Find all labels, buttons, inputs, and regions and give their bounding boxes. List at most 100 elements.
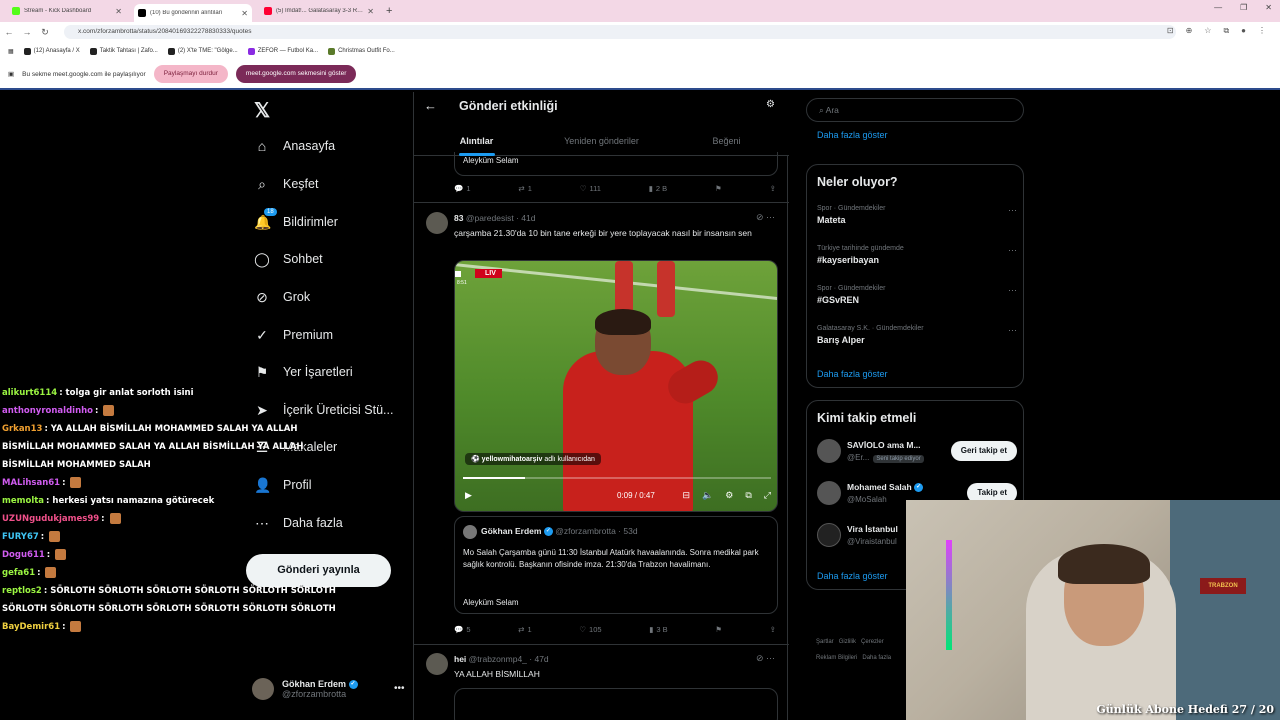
bookmark-button[interactable]: ⚑ xyxy=(715,625,722,634)
reply-button[interactable]: 💬 5 xyxy=(454,625,471,634)
video-attribution[interactable]: ⚽ yellowmihatoarşiv adlı kullanıcıdan xyxy=(465,453,601,465)
bookmark-item[interactable]: (12) Anasayfa / X xyxy=(23,47,80,55)
nav-home[interactable]: ⌂ Anasayfa xyxy=(254,131,335,161)
apps-icon[interactable]: ▦ xyxy=(8,48,14,55)
more-icon[interactable]: ••• xyxy=(394,683,405,694)
share-button[interactable]: ⇪ xyxy=(770,625,776,634)
avatar[interactable] xyxy=(426,653,448,675)
settings-icon[interactable]: ⚙ xyxy=(725,490,733,501)
nav-chat[interactable]: ◯ Sohbet xyxy=(254,244,322,274)
url-field[interactable]: x.com/zforzambrotta/status/2084016932227… xyxy=(64,25,1176,39)
nav-bookmarks[interactable]: ⚑ Yer İşaretleri xyxy=(254,357,353,387)
bookmark-item[interactable]: Taktik Tahtası | Zafo... xyxy=(89,47,158,55)
grok-icon[interactable]: ⊘ xyxy=(756,653,764,663)
chat-username[interactable]: gefa61 xyxy=(2,568,35,578)
nav-grok[interactable]: ⊘ Grok xyxy=(254,282,310,312)
like-button[interactable]: ♡ 111 xyxy=(580,184,601,193)
account-switcher[interactable]: Gökhan Erdem ✓ @zforzambrotta ••• xyxy=(252,678,405,700)
chat-username[interactable]: anthonyronaldinho xyxy=(2,406,93,416)
views-button[interactable]: ▮ 3 B xyxy=(649,625,667,634)
trend-item[interactable]: Türkiye tarihinde gündemde #kayseribayan… xyxy=(817,245,1017,265)
show-meet-tab-button[interactable]: meet.google.com sekmesini göster xyxy=(235,65,357,83)
restore-icon[interactable]: ❐ xyxy=(1240,3,1247,12)
chat-separator: : xyxy=(46,550,54,560)
nav-notifications[interactable]: 🔔 18 Bildirimler xyxy=(254,207,338,237)
quoted-tweet[interactable]: Gökhan Erdem ✓ @zforzambrotta · 53d Mo S… xyxy=(454,516,778,614)
follow-back-button[interactable]: Geri takip et xyxy=(950,441,1017,461)
search-input[interactable]: ⌕ Ara xyxy=(806,98,1024,122)
bookmark-button[interactable]: ⚑ xyxy=(715,184,722,193)
more-icon[interactable]: ⋯ xyxy=(1008,205,1017,216)
profile-icon[interactable]: ● xyxy=(1241,26,1246,36)
minimize-icon[interactable]: — xyxy=(1214,3,1222,12)
tweet-menu[interactable]: ⊘ ⋯ xyxy=(756,212,775,223)
repost-button[interactable]: ⇄ 1 xyxy=(518,625,531,634)
browser-tab-kick[interactable]: Stream - Kick Dashboard ✕ xyxy=(8,2,126,20)
back-arrow-icon[interactable]: ← xyxy=(424,98,437,113)
chat-username[interactable]: memolta xyxy=(2,496,44,506)
chat-username[interactable]: Dogu611 xyxy=(2,550,45,560)
chat-username[interactable]: UZUNgudukjames99 xyxy=(2,514,99,524)
pip-icon[interactable]: ⧉ xyxy=(745,490,751,501)
trend-item[interactable]: Spor · Gündemdekiler #GSvREN ⋯ xyxy=(817,285,1017,305)
avatar[interactable] xyxy=(426,212,448,234)
close-tab-icon[interactable]: ✕ xyxy=(367,7,374,16)
bookmark-icon: ⚑ xyxy=(715,625,722,634)
close-tab-icon[interactable]: ✕ xyxy=(115,7,122,16)
zoom-icon[interactable]: ⊕ xyxy=(1186,26,1193,36)
nav-explore[interactable]: ⌕ Keşfet xyxy=(254,169,318,199)
previous-quote-card[interactable]: Aleyküm Selam xyxy=(454,152,778,176)
reload-icon[interactable]: ↻ xyxy=(36,27,54,38)
bookmark-star-icon[interactable]: ☆ xyxy=(1204,26,1211,36)
more-icon[interactable]: ⋯ xyxy=(1008,285,1017,296)
follows-you-badge: Seni takip ediyor xyxy=(873,455,924,463)
trend-item[interactable]: Galatasaray S.K. · Gündemdekiler Barış A… xyxy=(817,325,1017,345)
browser-tab-x[interactable]: (10) Bu gönderinin alıntıları ✕ xyxy=(134,4,252,22)
chat-username[interactable]: BayDemir61 xyxy=(2,622,60,632)
video-player[interactable]: LIV 8:51 ⚽ yellowmihatoarşiv adlı kullan… xyxy=(454,260,778,512)
tweet-media[interactable] xyxy=(454,688,778,720)
show-more-link[interactable]: Daha fazla göster xyxy=(817,571,888,581)
video-progress-bar[interactable] xyxy=(463,477,771,479)
filter-icon[interactable]: ⚙ xyxy=(766,99,775,110)
forward-icon[interactable]: → xyxy=(18,27,36,37)
more-icon[interactable]: ⋯ xyxy=(766,212,775,222)
x-logo-icon[interactable]: 𝕏 xyxy=(254,98,270,123)
back-icon[interactable]: ← xyxy=(0,27,18,37)
chat-username[interactable]: MALihsan61 xyxy=(2,478,60,488)
trend-item[interactable]: Spor · Gündemdekiler Mateta ⋯ xyxy=(817,205,1017,225)
install-icon[interactable]: ⊡ xyxy=(1167,26,1174,36)
play-icon[interactable]: ▶ xyxy=(465,490,472,501)
bookmark-item[interactable]: ZEFOR — Futbol Ka... xyxy=(247,47,318,55)
reply-button[interactable]: 💬 1 xyxy=(454,184,471,193)
browser-tab-youtube[interactable]: (5) İmdat!... Galatasaray 3-3 Ren... ✕ xyxy=(260,2,378,20)
chat-username[interactable]: alikurt6114 xyxy=(2,388,57,398)
more-icon[interactable]: ⋯ xyxy=(1008,245,1017,256)
views-button[interactable]: ▮ 2 B xyxy=(649,184,667,193)
more-icon[interactable]: ⋯ xyxy=(1008,325,1017,336)
chat-username[interactable]: FURY67 xyxy=(2,532,39,542)
fullscreen-icon[interactable]: ⤢ xyxy=(764,490,771,501)
captions-icon[interactable]: ⊟ xyxy=(683,490,691,501)
repost-button[interactable]: ⇄ 1 xyxy=(518,184,531,193)
extensions-icon[interactable]: ⧉ xyxy=(1223,26,1229,36)
bookmark-item[interactable]: Christmas Outfit Fo... xyxy=(328,47,395,55)
bookmark-item[interactable]: (2) X'te TME: "Gölge... xyxy=(167,47,238,55)
close-window-icon[interactable]: ✕ xyxy=(1265,3,1272,12)
tweet-menu[interactable]: ⊘ ⋯ xyxy=(756,653,775,664)
like-button[interactable]: ♡ 105 xyxy=(579,625,601,634)
show-more-link[interactable]: Daha fazla göster xyxy=(817,369,888,379)
nav-premium[interactable]: ✓ Premium xyxy=(254,320,333,350)
chat-username[interactable]: Grkan13 xyxy=(2,424,42,434)
close-tab-icon[interactable]: ✕ xyxy=(241,9,248,18)
follow-suggestion[interactable]: SAVİOLO ama M... @Er... Seni takip ediyor… xyxy=(817,439,1017,469)
stop-sharing-button[interactable]: Paylaşmayı durdur xyxy=(153,65,228,83)
show-more-link[interactable]: Daha fazla göster xyxy=(817,130,888,140)
grok-icon[interactable]: ⊘ xyxy=(756,212,764,222)
more-icon[interactable]: ⋯ xyxy=(766,653,775,663)
volume-icon[interactable]: 🔈 xyxy=(702,490,713,501)
chat-username[interactable]: reptlos2 xyxy=(2,586,42,596)
new-tab-button[interactable]: + xyxy=(386,5,392,17)
share-button[interactable]: ⇪ xyxy=(770,184,776,193)
menu-icon[interactable]: ⋮ xyxy=(1258,26,1266,36)
